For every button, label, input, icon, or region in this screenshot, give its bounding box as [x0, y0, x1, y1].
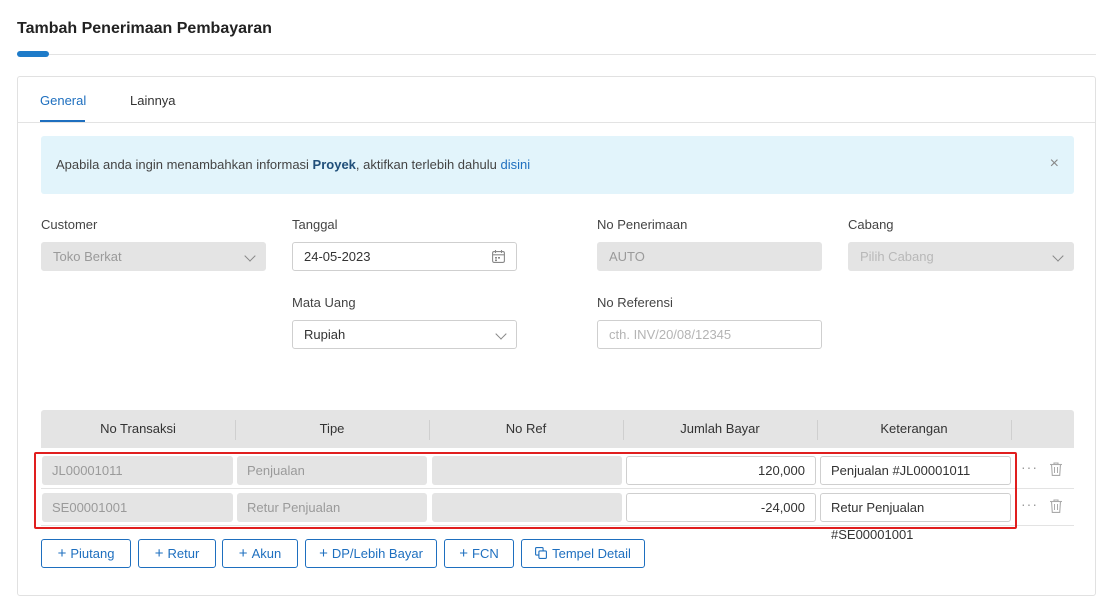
copy-icon	[535, 547, 548, 559]
customer-select[interactable]: Toko Berkat	[41, 242, 266, 271]
add-dp-lebih-bayar-button[interactable]: + DP/Lebih Bayar	[305, 539, 437, 568]
tab-bar: General Lainnya	[18, 77, 1095, 123]
info-banner: Apabila anda ingin menambahkan informasi…	[41, 136, 1074, 194]
column-header-tipe: Tipe	[319, 421, 345, 436]
column-divider	[1011, 420, 1012, 440]
tanggal-value: 24-05-2023	[304, 249, 371, 264]
info-text-part: Apabila anda ingin menambahkan informasi	[56, 157, 313, 172]
button-label: FCN	[472, 546, 499, 561]
title-divider	[17, 54, 1096, 55]
column-header-no-ref: No Ref	[505, 421, 547, 436]
mata-uang-select[interactable]: Rupiah	[292, 320, 517, 349]
add-akun-button[interactable]: + Akun	[222, 539, 298, 568]
row2-jumlah-bayar-input[interactable]: -24,000	[626, 493, 816, 522]
no-referensi-label: No Referensi	[597, 295, 673, 310]
button-label: DP/Lebih Bayar	[331, 546, 423, 561]
tab-general[interactable]: General	[40, 93, 86, 108]
info-text-bold: Proyek	[312, 157, 356, 172]
row1-no-ref	[432, 456, 622, 485]
row2-keterangan-input[interactable]: Retur Penjualan #SE00001001	[820, 493, 1011, 542]
tab-lainnya[interactable]: Lainnya	[130, 93, 176, 108]
column-header-jumlah-bayar: Jumlah Bayar	[680, 421, 760, 436]
button-label: Retur	[167, 546, 200, 561]
row2-no-ref	[432, 493, 622, 522]
row2-tipe: Retur Penjualan	[237, 493, 427, 522]
add-piutang-button[interactable]: + Piutang	[41, 539, 131, 568]
row1-jumlah-bayar-input[interactable]: 120,000	[626, 456, 816, 485]
customer-value: Toko Berkat	[53, 249, 122, 264]
info-text-part: , aktifkan terlebih dahulu	[355, 157, 501, 172]
column-header-keterangan: Keterangan	[880, 421, 948, 436]
tempel-detail-button[interactable]: Tempel Detail	[521, 539, 645, 568]
tanggal-date-input[interactable]: 24-05-2023	[292, 242, 517, 271]
info-link-disini[interactable]: disini	[500, 157, 530, 172]
plus-icon: +	[57, 545, 67, 562]
cabang-select[interactable]: Pilih Cabang	[848, 242, 1074, 271]
trash-icon[interactable]	[1050, 499, 1062, 513]
no-penerimaan-value: AUTO	[609, 249, 645, 264]
more-options-icon[interactable]: ···	[1021, 459, 1038, 475]
button-label: Akun	[251, 546, 282, 561]
chevron-down-icon	[244, 250, 256, 262]
no-referensi-placeholder: cth. INV/20/08/12345	[609, 327, 732, 342]
row1-tipe: Penjualan	[237, 456, 427, 485]
active-tab-indicator	[40, 120, 85, 122]
page-title: Tambah Penerimaan Pembayaran	[17, 20, 272, 37]
plus-icon: +	[319, 545, 328, 562]
tanggal-label: Tanggal	[292, 217, 338, 232]
customer-label: Customer	[41, 217, 98, 232]
column-header-no-transaksi: No Transaksi	[100, 421, 176, 436]
chevron-down-icon	[1052, 250, 1064, 262]
title-accent-bar	[17, 51, 49, 57]
add-fcn-button[interactable]: + FCN	[444, 539, 514, 568]
no-referensi-input[interactable]: cth. INV/20/08/12345	[597, 320, 822, 349]
mata-uang-label: Mata Uang	[292, 295, 356, 310]
no-penerimaan-input[interactable]: AUTO	[597, 242, 822, 271]
plus-icon: +	[154, 545, 164, 562]
plus-icon: +	[459, 545, 469, 562]
detail-table-header: No Transaksi Tipe No Ref Jumlah Bayar Ke…	[41, 410, 1074, 448]
more-options-icon[interactable]: ···	[1021, 496, 1038, 512]
button-label: Tempel Detail	[552, 546, 631, 561]
calendar-icon	[492, 250, 505, 263]
cabang-label: Cabang	[848, 217, 894, 232]
info-banner-text: Apabila anda ingin menambahkan informasi…	[56, 157, 530, 172]
row1-keterangan-input[interactable]: Penjualan #JL00001011	[820, 456, 1011, 485]
no-penerimaan-label: No Penerimaan	[597, 217, 688, 232]
chevron-down-icon	[495, 328, 507, 340]
mata-uang-value: Rupiah	[304, 327, 346, 342]
row-divider	[41, 488, 1074, 489]
form-card: General Lainnya Apabila anda ingin menam…	[17, 76, 1096, 596]
plus-icon: +	[238, 545, 248, 562]
row1-no-transaksi: JL00001011	[42, 456, 233, 485]
add-retur-button[interactable]: + Retur	[138, 539, 216, 568]
row-divider	[41, 525, 1074, 526]
close-icon[interactable]: ×	[1050, 155, 1059, 173]
row2-no-transaksi: SE00001001	[42, 493, 233, 522]
cabang-placeholder: Pilih Cabang	[860, 249, 934, 264]
trash-icon[interactable]	[1050, 462, 1062, 476]
button-label: Piutang	[70, 546, 115, 561]
